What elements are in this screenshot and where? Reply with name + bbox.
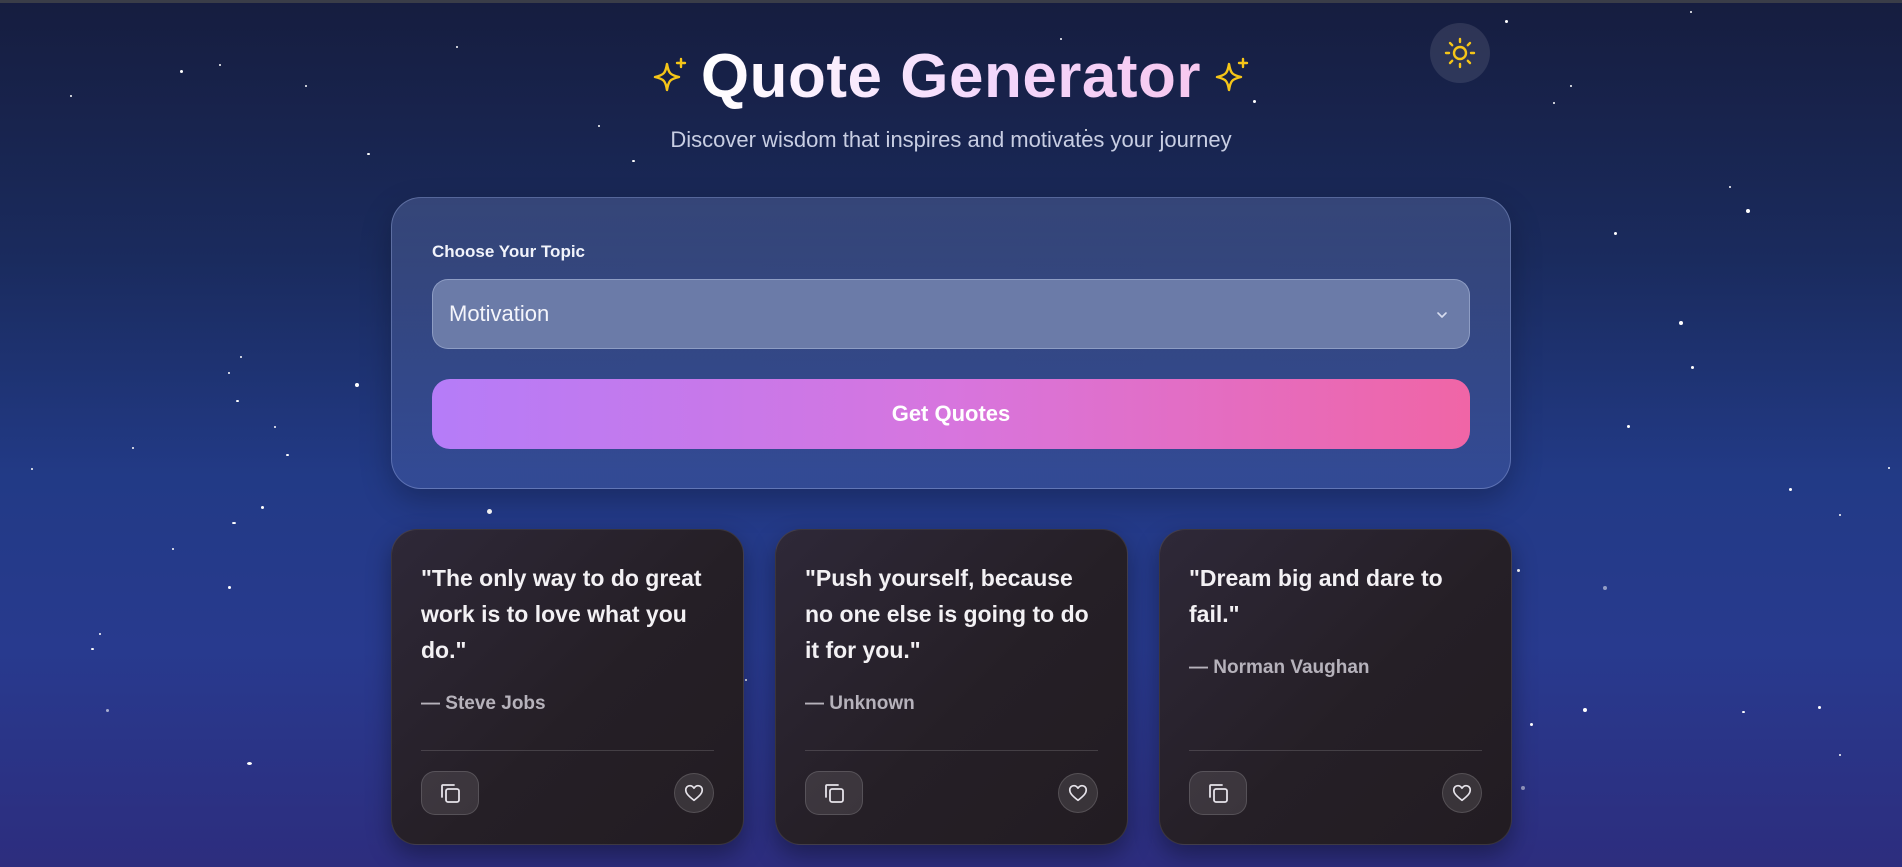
copy-icon — [441, 784, 460, 803]
card-divider — [421, 750, 714, 751]
copy-button[interactable] — [421, 771, 479, 815]
copy-icon — [825, 784, 844, 803]
copy-button[interactable] — [805, 771, 863, 815]
quote-text: "Dream big and dare to fail." — [1189, 565, 1443, 627]
page-header: Quote Generator Discover wisdom that ins… — [0, 39, 1902, 153]
card-divider — [1189, 750, 1482, 751]
favorite-button[interactable] — [1442, 773, 1482, 813]
quote-card: "Dream big and dare to fail." — Norman V… — [1159, 529, 1512, 845]
heart-icon — [1068, 784, 1088, 802]
quote-author: — Unknown — [805, 693, 915, 714]
topic-select-value: Motivation — [449, 301, 550, 326]
card-divider — [805, 750, 1098, 751]
sparkle-icon — [1215, 57, 1249, 92]
page-title: Quote Generator — [701, 39, 1201, 115]
heart-icon — [1452, 784, 1472, 802]
quote-card: "The only way to do great work is to lov… — [391, 529, 744, 845]
topic-form-panel: Choose Your Topic Motivation Get Quotes — [391, 197, 1511, 489]
quote-author: — Norman Vaughan — [1189, 657, 1370, 678]
copy-button[interactable] — [1189, 771, 1247, 815]
quote-author: — Steve Jobs — [421, 693, 546, 714]
chevron-down-icon — [1437, 312, 1447, 318]
quote-text: "The only way to do great work is to lov… — [421, 565, 702, 663]
quote-card: "Push yourself, because no one else is g… — [775, 529, 1128, 845]
topic-select[interactable]: Motivation — [432, 279, 1470, 349]
quote-card-list: "The only way to do great work is to lov… — [391, 529, 1512, 845]
heart-icon — [684, 784, 704, 802]
favorite-button[interactable] — [1058, 773, 1098, 813]
page-subtitle: Discover wisdom that inspires and motiva… — [670, 127, 1232, 152]
sparkle-icon — [653, 57, 687, 92]
copy-icon — [1209, 784, 1228, 803]
get-quotes-button[interactable]: Get Quotes — [432, 379, 1470, 449]
quote-text: "Push yourself, because no one else is g… — [805, 565, 1089, 663]
favorite-button[interactable] — [674, 773, 714, 813]
topic-label: Choose Your Topic — [432, 242, 586, 261]
